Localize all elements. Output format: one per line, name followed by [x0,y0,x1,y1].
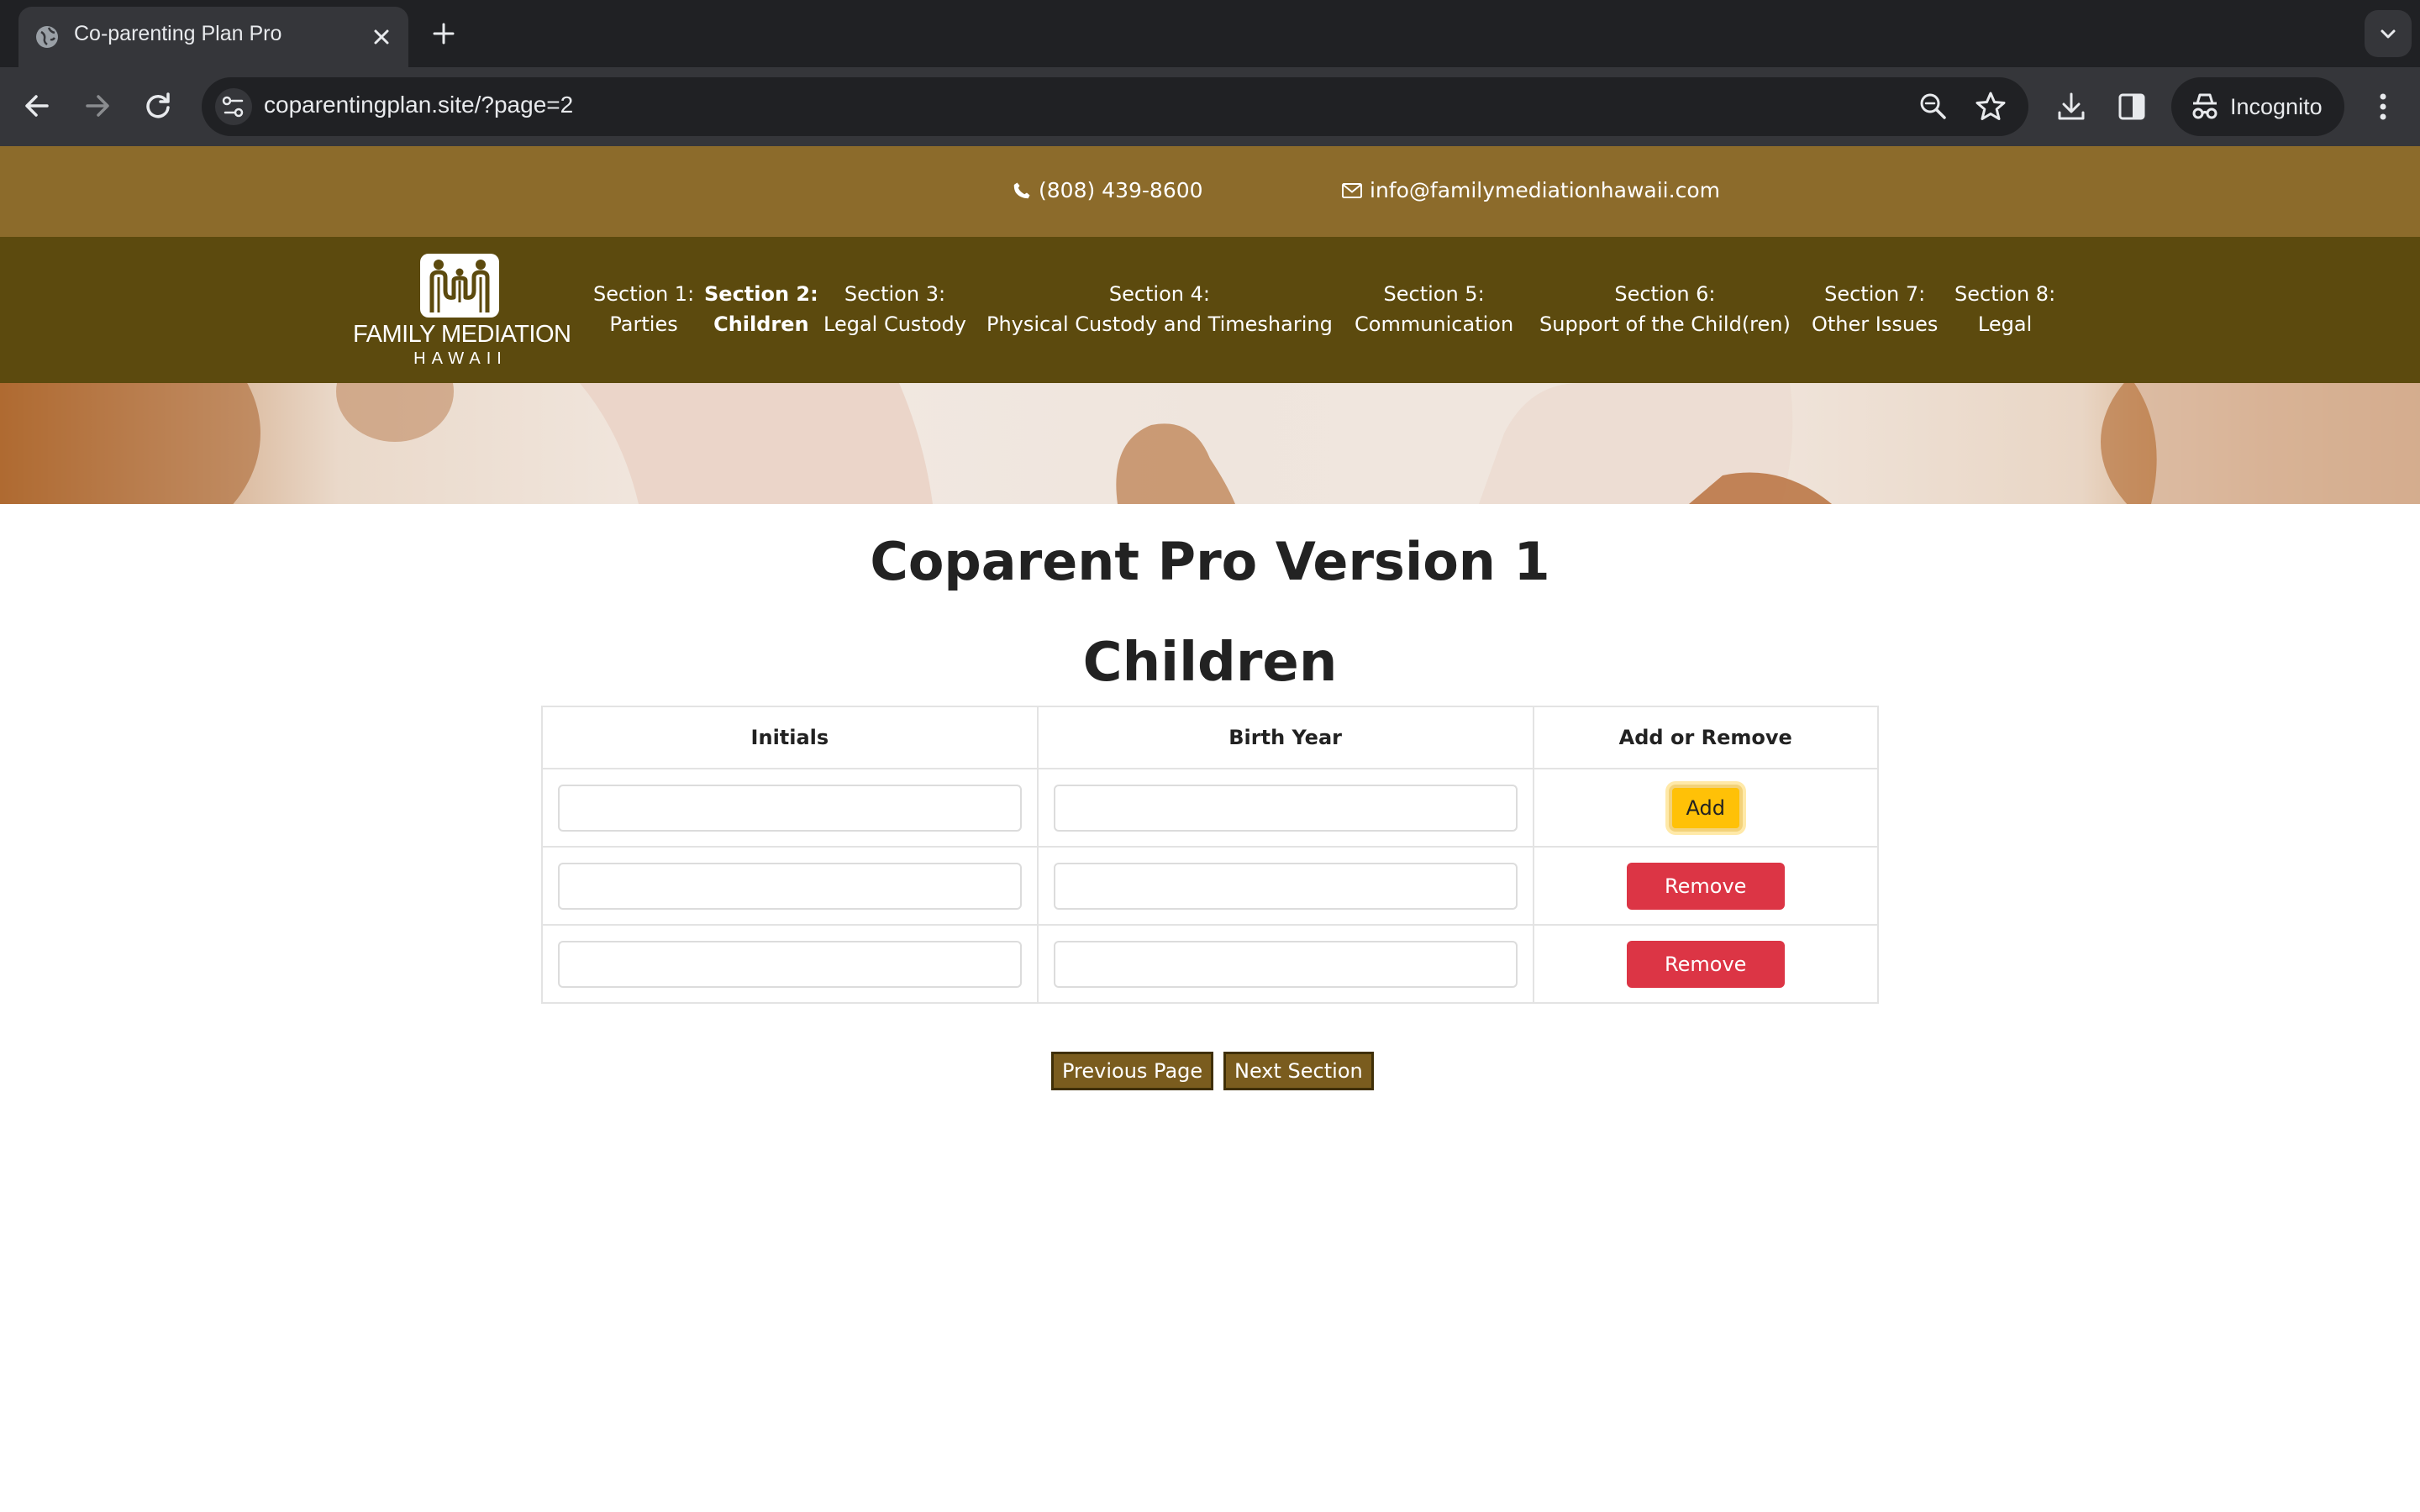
zoom-icon[interactable] [1916,89,1951,124]
incognito-badge[interactable]: Incognito [2171,77,2344,136]
column-header-add-remove: Add or Remove [1532,706,1879,769]
page-title: Coparent Pro Version 1 [870,531,1550,592]
table-header-row: Initials Birth Year Add or Remove [541,706,1879,769]
arrow-right-icon[interactable] [77,86,118,126]
incognito-label: Incognito [2230,94,2323,119]
nav-item-label: Other Issues [1812,312,1939,336]
table-row: Add [541,768,1879,848]
birth-year-cell [1036,924,1534,1004]
nav-item-number: Section 2: [704,282,818,306]
incognito-icon [2192,93,2217,119]
browser-toolbar: coparentingplan.site/?page=2 Incognito [0,67,2420,146]
url-host: coparentingplan.site [264,92,475,118]
children-table: Initials Birth Year Add or Remove Add Re… [541,706,1879,1004]
tab-search-button[interactable] [2365,10,2412,57]
nav-section-8-legal[interactable]: Section 8: Legal [1954,279,2055,339]
logo-subtitle: HAWAII [413,349,508,368]
remove-child-button[interactable]: Remove [1626,940,1785,988]
family-logo-icon [420,254,499,318]
birth-year-input[interactable] [1053,784,1518,832]
nav-item-number: Section 7: [1824,282,1926,306]
nav-section-1-parties[interactable]: Section 1: Parties [593,279,694,339]
remove-child-button[interactable]: Remove [1626,862,1785,910]
envelope-icon [1342,182,1362,198]
birth-year-cell [1036,768,1534,848]
address-bar[interactable]: coparentingplan.site/?page=2 [202,77,2028,136]
birth-year-input[interactable] [1053,862,1518,910]
nav-item-label: Children [713,312,809,336]
action-cell: Add [1532,768,1879,848]
initials-input[interactable] [557,862,1022,910]
nav-item-label: Legal Custody [823,312,966,336]
nav-item-number: Section 8: [1954,282,2056,306]
action-cell: Remove [1532,924,1879,1004]
kebab-menu-icon[interactable] [2366,86,2400,128]
star-icon[interactable] [1973,89,2008,124]
nav-section-3-legal-custody[interactable]: Section 3: Legal Custody [823,279,966,339]
email-link[interactable]: info@familymediationhawaii.com [1341,178,1720,202]
nav-section-6-support[interactable]: Section 6: Support of the Child(ren) [1539,279,1791,339]
birth-year-cell [1036,846,1534,926]
phone-link[interactable]: (808) 439-8600 [1012,178,1203,202]
section-title: Children [1082,632,1338,694]
side-panel-icon[interactable] [2112,87,2151,126]
nav-item-label: Communication [1355,312,1514,336]
close-icon[interactable] [366,22,397,52]
chevron-down-icon [2381,29,2396,39]
nav-item-label: Legal [1977,312,2033,336]
nav-section-5-communication[interactable]: Section 5: Communication [1355,279,1513,339]
initials-cell [541,846,1039,926]
initials-input[interactable] [557,940,1022,988]
tune-icon[interactable] [213,87,254,126]
table-row: Remove [541,846,1879,926]
nav-item-number: Section 3: [844,282,946,306]
table-row: Remove [541,924,1879,1004]
plus-icon[interactable] [427,17,460,50]
initials-cell [541,768,1039,848]
nav-item-number: Section 1: [593,282,695,306]
nav-section-7-other-issues[interactable]: Section 7: Other Issues [1812,279,1938,339]
nav-item-label: Physical Custody and Timesharing [986,312,1333,336]
email-address: info@familymediationhawaii.com [1370,178,1720,202]
url-text[interactable]: coparentingplan.site/?page=2 [264,92,573,118]
tab-title: Co-parenting Plan Pro [74,22,282,45]
nav-item-number: Section 6: [1614,282,1716,306]
nav-section-2-children[interactable]: Section 2: Children [704,279,818,339]
nav-section-4-physical-custody[interactable]: Section 4: Physical Custody and Timeshar… [986,279,1333,339]
nav-item-label: Parties [609,312,678,336]
browser-tab[interactable]: Co-parenting Plan Pro [18,7,408,67]
logo-name: FAMILY MEDIATION [353,321,571,348]
phone-number: (808) 439-8600 [1039,178,1203,202]
main-navigation: FAMILY MEDIATION HAWAII Section 1: Parti… [0,237,2420,383]
next-section-button[interactable]: Next Section [1223,1052,1374,1090]
contact-bar: (808) 439-8600 info@familymediationhawai… [0,146,2420,237]
nav-item-number: Section 5: [1383,282,1485,306]
initials-cell [541,924,1039,1004]
logo[interactable]: FAMILY MEDIATION HAWAII [353,252,571,370]
nav-item-label: Support of the Child(ren) [1539,312,1791,336]
phone-icon [1013,182,1030,198]
add-child-button[interactable]: Add [1668,784,1743,832]
hero-banner-image [0,383,2420,504]
birth-year-input[interactable] [1053,940,1518,988]
download-icon[interactable] [2052,87,2091,126]
initials-input[interactable] [557,784,1022,832]
browser-tab-strip: Co-parenting Plan Pro [0,0,2420,67]
reload-icon[interactable] [138,86,178,126]
family-silhouettes [0,383,2420,504]
nav-item-number: Section 4: [1108,282,1210,306]
previous-page-button[interactable]: Previous Page [1051,1052,1214,1090]
globe-icon [36,26,58,48]
column-header-initials: Initials [541,706,1039,769]
arrow-left-icon[interactable] [17,86,57,126]
column-header-birth-year: Birth Year [1036,706,1534,769]
action-cell: Remove [1532,846,1879,926]
url-path: /?page=2 [474,92,574,118]
